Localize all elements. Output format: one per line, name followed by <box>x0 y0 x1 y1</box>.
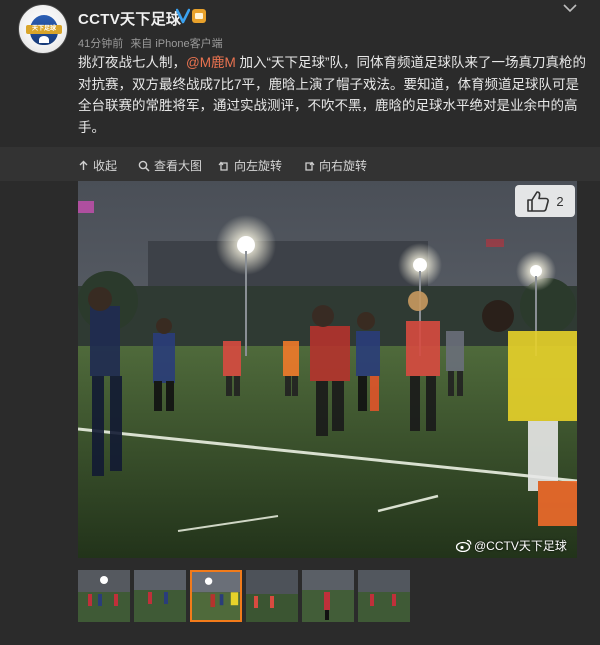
chevron-down-icon[interactable] <box>562 2 578 14</box>
post-text-intro: 挑灯夜战七人制， <box>78 55 186 70</box>
thumbnail-4[interactable] <box>246 570 298 622</box>
post-time[interactable]: 41分钟前 <box>78 38 123 50</box>
verified-v-icon <box>176 8 190 24</box>
rotate-left-icon <box>218 161 228 171</box>
account-name[interactable]: CCTV天下足球 <box>78 8 181 29</box>
football-match-photo <box>78 181 577 558</box>
main-photo[interactable] <box>78 181 577 558</box>
rotate-right-label: 向右旋转 <box>319 159 368 173</box>
thumbnail-5[interactable] <box>302 570 354 622</box>
rotate-left-button[interactable]: 向左旋转 <box>218 157 282 174</box>
thumbnail-image <box>134 570 186 622</box>
thumbnail-2[interactable] <box>134 570 186 622</box>
mention-link[interactable]: @M鹿M <box>186 55 236 70</box>
thumbnail-image <box>192 572 240 620</box>
thumbnail-1[interactable] <box>78 570 130 622</box>
collapse-label: 收起 <box>93 159 118 173</box>
view-large-label: 查看大图 <box>154 159 203 173</box>
account-avatar[interactable]: 天下足球 <box>18 4 68 54</box>
weibo-logo-icon <box>456 539 472 552</box>
avatar-logo-text: 天下足球 <box>26 25 62 34</box>
like-count: 2 <box>556 193 564 209</box>
avatar-logo: 天下足球 <box>26 15 62 45</box>
collapse-up-icon <box>79 160 88 170</box>
post-text: 挑灯夜战七人制，@M鹿M 加入“天下足球”队，同体育频道足球队来了一场真刀真枪的… <box>78 52 586 138</box>
post-meta: 41分钟前 来自 iPhone客户端 <box>78 35 227 51</box>
post-source: 来自 iPhone客户端 <box>130 38 223 50</box>
thumbnail-image <box>302 570 354 622</box>
thumbnail-6[interactable] <box>358 570 410 622</box>
collapse-button[interactable]: 收起 <box>78 157 117 174</box>
thumbnail-image <box>358 570 410 622</box>
thumbs-up-icon <box>527 191 550 212</box>
post-header: 天下足球 CCTV天下足球 41分钟前 来自 iPhone客户端 <box>0 0 600 54</box>
photo-watermark: @CCTV天下足球 <box>456 537 567 554</box>
rotate-right-button[interactable]: 向右旋转 <box>303 157 367 174</box>
rotate-left-label: 向左旋转 <box>234 159 283 173</box>
watermark-text: @CCTV天下足球 <box>474 539 567 553</box>
like-button[interactable]: 2 <box>515 185 575 217</box>
member-crown-icon[interactable] <box>192 9 206 23</box>
magnifier-icon <box>138 160 150 172</box>
rotate-right-icon <box>305 161 315 171</box>
thumbnail-image <box>246 570 298 622</box>
thumbnail-image <box>78 570 130 622</box>
view-large-button[interactable]: 查看大图 <box>138 157 202 174</box>
thumbnail-3[interactable] <box>190 570 242 622</box>
media-toolbar: 收起 查看大图 向左旋转 向右旋转 <box>0 147 600 181</box>
